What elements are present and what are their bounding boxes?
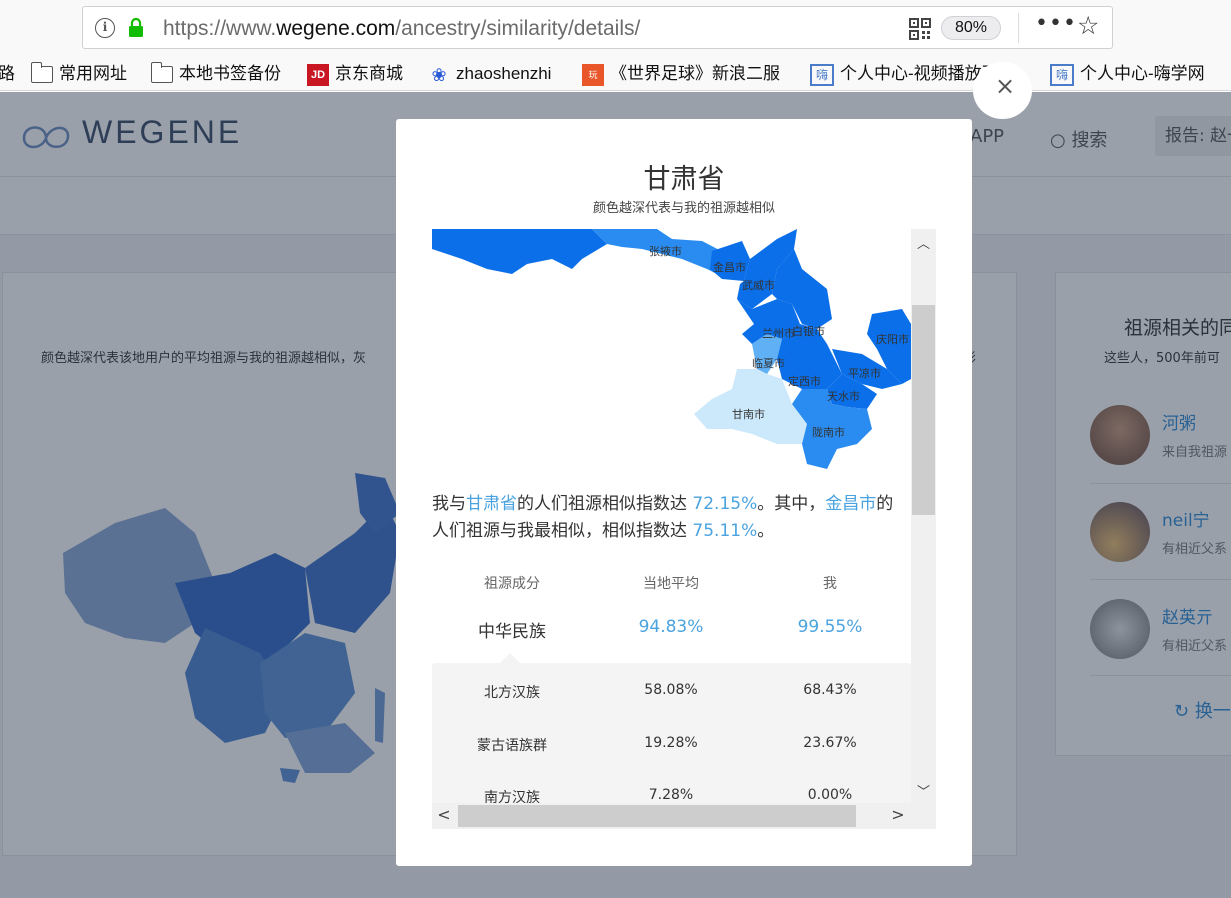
ancestry-group-name[interactable]: 中华民族 — [432, 617, 592, 642]
bookmark-label: zhaoshenzhi — [456, 64, 552, 83]
bookmarks-bar: 路 常用网址 本地书签备份 JD 京东商城 ❀ zhaoshenzhi 玩《世界足球… — [0, 58, 1231, 91]
scroll-down-icon[interactable]: ﹀ — [911, 781, 936, 801]
city-link[interactable]: 金昌市 — [825, 494, 876, 514]
map-label: 甘南市 — [732, 407, 765, 421]
scroll-corner — [911, 803, 936, 829]
bookmark-folder[interactable]: 常用网址 — [31, 62, 127, 86]
table-row-average: 19.28% — [644, 735, 698, 751]
expand-pointer — [500, 653, 520, 663]
column-header-me: 我 — [823, 576, 837, 592]
table-row-average: 7.28% — [648, 787, 694, 803]
map-label: 陇南市 — [812, 425, 845, 439]
table-row-me: 0.00% — [807, 787, 853, 803]
map-label: 白银市 — [792, 324, 825, 338]
bookmark-label: 常用网址 — [59, 64, 127, 83]
scroll-up-icon[interactable]: ︿ — [911, 233, 936, 253]
lock-icon — [129, 18, 143, 37]
modal-title: 甘肃省 — [643, 164, 725, 195]
gansu-map[interactable]: 张掖市 金昌市 武威市 兰州市 白银市 庆阳市 临夏市 平凉市 定西市 天水市 … — [432, 229, 911, 469]
site-icon: 嗨 — [1050, 63, 1074, 86]
vertical-scroll-thumb[interactable] — [912, 305, 935, 515]
site-icon: 嗨 — [810, 63, 834, 86]
map-label: 兰州市 — [762, 326, 795, 340]
bookmark-item[interactable]: 玩《世界足球》新浪二服 — [582, 62, 780, 86]
bookmark-item[interactable]: 嗨个人中心-嗨学网 — [1050, 62, 1205, 86]
bookmark-item[interactable]: ❀ zhaoshenzhi — [428, 62, 551, 86]
similarity-summary: 我与甘肃省的人们祖源相似指数达 72.15%。其中，金昌市的人们祖源与我最相似，… — [432, 491, 907, 545]
map-label: 平凉市 — [848, 366, 881, 380]
city-index: 75.11% — [692, 521, 758, 541]
province-link[interactable]: 甘肃省 — [466, 494, 517, 514]
table-row-average: 58.08% — [644, 682, 698, 698]
close-icon: × — [995, 72, 1016, 100]
column-header-local-average: 当地平均 — [643, 576, 699, 592]
map-label: 天水市 — [827, 389, 860, 403]
game-icon: 玩 — [582, 63, 604, 86]
modal-subtitle: 颜色越深代表与我的祖源越相似 — [592, 201, 775, 216]
scroll-right-icon[interactable]: > — [888, 805, 908, 827]
map-label: 金昌市 — [713, 260, 746, 274]
zoom-level-button[interactable]: 80% — [941, 16, 1001, 40]
map-label: 庆阳市 — [876, 332, 909, 346]
url-text[interactable]: https://www.wegene.com/ancestry/similari… — [163, 17, 640, 41]
info-icon[interactable]: i — [95, 18, 115, 38]
map-label: 临夏市 — [752, 356, 785, 370]
map-label: 武威市 — [742, 278, 775, 292]
more-menu-icon[interactable]: ••• — [1035, 11, 1077, 36]
address-bar[interactable]: i https://www.wegene.com/ancestry/simila… — [82, 6, 1113, 49]
map-label: 张掖市 — [649, 244, 682, 258]
browser-toolbar: i https://www.wegene.com/ancestry/simila… — [0, 0, 1231, 58]
horizontal-scroll-thumb[interactable] — [458, 805, 856, 827]
scroll-left-icon[interactable]: < — [434, 805, 454, 827]
jd-icon: JD — [307, 63, 329, 86]
table-row-me: 68.43% — [803, 682, 857, 698]
province-index: 72.15% — [692, 494, 758, 514]
summary-text: 我与 — [432, 494, 466, 514]
map-label: 定西市 — [788, 374, 821, 388]
ancestry-group-average: 94.83% — [638, 617, 704, 637]
bookmark-label: 《世界足球》新浪二服 — [610, 64, 780, 83]
qr-code-icon[interactable] — [909, 18, 931, 40]
close-modal-button[interactable]: × — [973, 62, 1032, 119]
bookmark-folder[interactable]: 本地书签备份 — [151, 62, 281, 86]
horizontal-scrollbar[interactable]: < > — [432, 803, 911, 829]
column-header-ancestry: 祖源成分 — [484, 576, 540, 592]
summary-text: 的人们祖源相似指数达 — [517, 494, 693, 514]
bookmark-label: 本地书签备份 — [179, 64, 281, 83]
bookmark-label: 个人中心-嗨学网 — [1080, 64, 1205, 83]
province-detail-modal: 甘肃省 颜色越深代表与我的祖源越相似 张掖市 金昌市 武威市 兰州市 白银市 庆… — [396, 119, 972, 866]
table-row-name: 蒙古语族群 — [477, 738, 547, 754]
table-row-me: 23.67% — [803, 735, 857, 751]
map-region-jinchang[interactable] — [710, 241, 750, 281]
baidu-paw-icon: ❀ — [431, 64, 447, 85]
vertical-scrollbar[interactable]: ︿ ﹀ — [911, 229, 936, 803]
table-row-name: 北方汉族 — [484, 685, 540, 701]
modal-scroll-area[interactable]: 张掖市 金昌市 武威市 兰州市 白银市 庆阳市 临夏市 平凉市 定西市 天水市 … — [432, 229, 936, 829]
folder-icon — [31, 62, 53, 84]
summary-text: 。其中， — [757, 494, 826, 514]
bookmark-label: 京东商城 — [335, 64, 403, 83]
summary-text: 。 — [757, 521, 775, 541]
bookmark-item[interactable]: 路 — [0, 62, 15, 86]
map-region-jiuquan[interactable] — [432, 229, 607, 274]
bookmark-item[interactable]: JD 京东商城 — [307, 62, 403, 86]
bookmark-star-icon[interactable]: ☆ — [1077, 11, 1099, 40]
folder-icon — [151, 62, 173, 84]
bookmark-label: 路 — [0, 64, 15, 83]
ancestry-group-me: 99.55% — [797, 617, 863, 637]
toolbar-separator — [1018, 13, 1019, 43]
